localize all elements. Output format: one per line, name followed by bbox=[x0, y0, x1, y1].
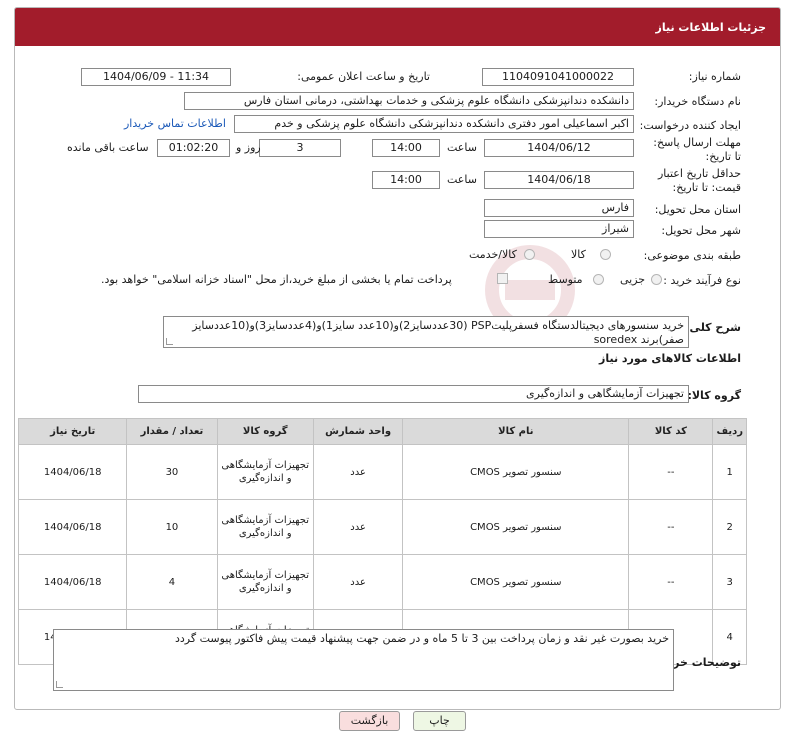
need-date: 1404/06/18 bbox=[17, 499, 128, 555]
category-label: طبقه بندی موضوعی: bbox=[643, 249, 741, 262]
deadline-label: مهلت ارسال پاسخ: تا تاریخ: bbox=[653, 136, 741, 163]
need-number-label: شماره نیاز: bbox=[688, 70, 741, 83]
goods-code: -- bbox=[628, 444, 714, 500]
creator-label: ایجاد کننده درخواست: bbox=[639, 119, 741, 132]
process-medium-label: متوسط bbox=[548, 273, 583, 286]
need-date: 1404/06/18 bbox=[17, 554, 128, 610]
col-goods-code: کد کالا bbox=[628, 418, 714, 445]
col-goods-name: نام کالا bbox=[402, 418, 630, 445]
process-label: نوع فرآیند خرید : bbox=[663, 274, 741, 287]
buyer-notes-text: خرید بصورت غیر نقد و زمان پرداخت بین 3 ت… bbox=[174, 632, 669, 645]
validity-time-field: 14:00 bbox=[372, 171, 440, 189]
validity-time-label: ساعت bbox=[447, 173, 477, 186]
col-row-number: ردیف bbox=[712, 418, 747, 445]
city-label: شهر محل تحویل: bbox=[661, 224, 741, 237]
col-quantity: تعداد / مقدار bbox=[126, 418, 218, 445]
table-row: 1 -- سنسور تصویر CMOS عدد تجهیزات آزمایش… bbox=[17, 444, 747, 500]
need-number-field: 1104091041000022 bbox=[482, 68, 634, 86]
unit: عدد bbox=[312, 554, 404, 610]
resize-grip-icon[interactable] bbox=[166, 338, 173, 345]
creator-field: اکبر اسماعیلی امور دفتری دانشکده دندانپز… bbox=[234, 115, 634, 133]
goods-name: سنسور تصویر CMOS bbox=[402, 499, 630, 555]
goods-section-title: اطلاعات کالاهای مورد نیاز bbox=[599, 352, 741, 365]
deadline-date-field: 1404/06/12 bbox=[484, 139, 634, 157]
quantity: 30 bbox=[126, 444, 218, 500]
col-need-date: تاریخ نیاز bbox=[17, 418, 128, 445]
quantity: 4 bbox=[126, 554, 218, 610]
buyer-notes-textarea: خرید بصورت غیر نقد و زمان پرداخت بین 3 ت… bbox=[53, 629, 674, 691]
unit: عدد bbox=[312, 444, 404, 500]
remaining-days-field: 3 bbox=[259, 139, 341, 157]
goods-table-header: ردیف کد کالا نام کالا واحد شمارش گروه کا… bbox=[17, 418, 747, 445]
goods-group-field: تجهیزات آزمایشگاهی و اندازه‌گیری bbox=[138, 385, 689, 403]
quantity: 10 bbox=[126, 499, 218, 555]
category-goods-services-radio[interactable] bbox=[524, 249, 535, 263]
buyer-contact-link[interactable]: اطلاعات تماس خریدار bbox=[124, 117, 226, 130]
description-textarea: خرید سنسورهای دیجیتالدستگاه فسفرپلیتPSP … bbox=[163, 316, 689, 348]
row-number: 2 bbox=[712, 499, 747, 555]
process-minor-radio[interactable] bbox=[651, 274, 662, 288]
province-label: استان محل تحویل: bbox=[654, 203, 741, 216]
goods-group: تجهیزات آزمایشگاهی و اندازه‌گیری bbox=[216, 554, 314, 610]
process-minor-label: جزیی bbox=[620, 273, 646, 286]
goods-group: تجهیزات آزمایشگاهی و اندازه‌گیری bbox=[216, 444, 314, 500]
announce-datetime-field: 1404/06/09 - 11:34 bbox=[81, 68, 231, 86]
table-row: 2 -- سنسور تصویر CMOS عدد تجهیزات آزمایش… bbox=[17, 499, 747, 555]
validity-label: حداقل تاریخ اعتبار قیمت: تا تاریخ: bbox=[657, 167, 741, 194]
resize-grip-icon[interactable] bbox=[56, 681, 63, 688]
goods-code: -- bbox=[628, 554, 714, 610]
remaining-days-label: روز و bbox=[236, 141, 261, 154]
goods-name: سنسور تصویر CMOS bbox=[402, 444, 630, 500]
province-field: فارس bbox=[484, 199, 634, 217]
goods-table: ردیف کد کالا نام کالا واحد شمارش گروه کا… bbox=[17, 418, 747, 665]
buyer-org-field: دانشکده دندانپزشکی دانشگاه علوم پزشکی و … bbox=[184, 92, 634, 110]
category-goods-services-label: کالا/خدمت bbox=[469, 248, 517, 261]
row-number: 1 bbox=[712, 444, 747, 500]
category-goods-radio[interactable] bbox=[600, 249, 611, 263]
goods-code: -- bbox=[628, 499, 714, 555]
back-button[interactable]: بازگشت bbox=[339, 711, 400, 731]
description-text: خرید سنسورهای دیجیتالدستگاه فسفرپلیتPSP … bbox=[192, 319, 684, 346]
row-number: 3 bbox=[712, 554, 747, 610]
deadline-time-field: 14:00 bbox=[372, 139, 440, 157]
goods-group-label: گروه کالا: bbox=[687, 389, 741, 402]
col-goods-group: گروه کالا bbox=[216, 418, 314, 445]
payment-note: پرداخت تمام یا بخشی از مبلغ خرید،از محل … bbox=[101, 273, 452, 286]
panel-header: جزئیات اطلاعات نیاز bbox=[15, 8, 780, 46]
table-row: 3 -- سنسور تصویر CMOS عدد تجهیزات آزمایش… bbox=[17, 554, 747, 610]
goods-name: سنسور تصویر CMOS bbox=[402, 554, 630, 610]
city-field: شیراز bbox=[484, 220, 634, 238]
remaining-time-field: 01:02:20 bbox=[157, 139, 230, 157]
remaining-time-label: ساعت باقی مانده bbox=[67, 141, 149, 154]
col-unit: واحد شمارش bbox=[312, 418, 404, 445]
goods-group: تجهیزات آزمایشگاهی و اندازه‌گیری bbox=[216, 499, 314, 555]
print-button[interactable]: چاپ bbox=[413, 711, 466, 731]
unit: عدد bbox=[312, 499, 404, 555]
announce-label: تاریخ و ساعت اعلان عمومی: bbox=[297, 70, 430, 83]
validity-date-field: 1404/06/18 bbox=[484, 171, 634, 189]
treasury-checkbox[interactable] bbox=[497, 273, 508, 287]
category-goods-label: کالا bbox=[571, 248, 586, 261]
process-medium-radio[interactable] bbox=[593, 274, 604, 288]
buyer-org-label: نام دستگاه خریدار: bbox=[654, 95, 741, 108]
panel-title: جزئیات اطلاعات نیاز bbox=[655, 21, 767, 34]
need-date: 1404/06/18 bbox=[17, 444, 128, 500]
deadline-time-label: ساعت bbox=[447, 141, 477, 154]
